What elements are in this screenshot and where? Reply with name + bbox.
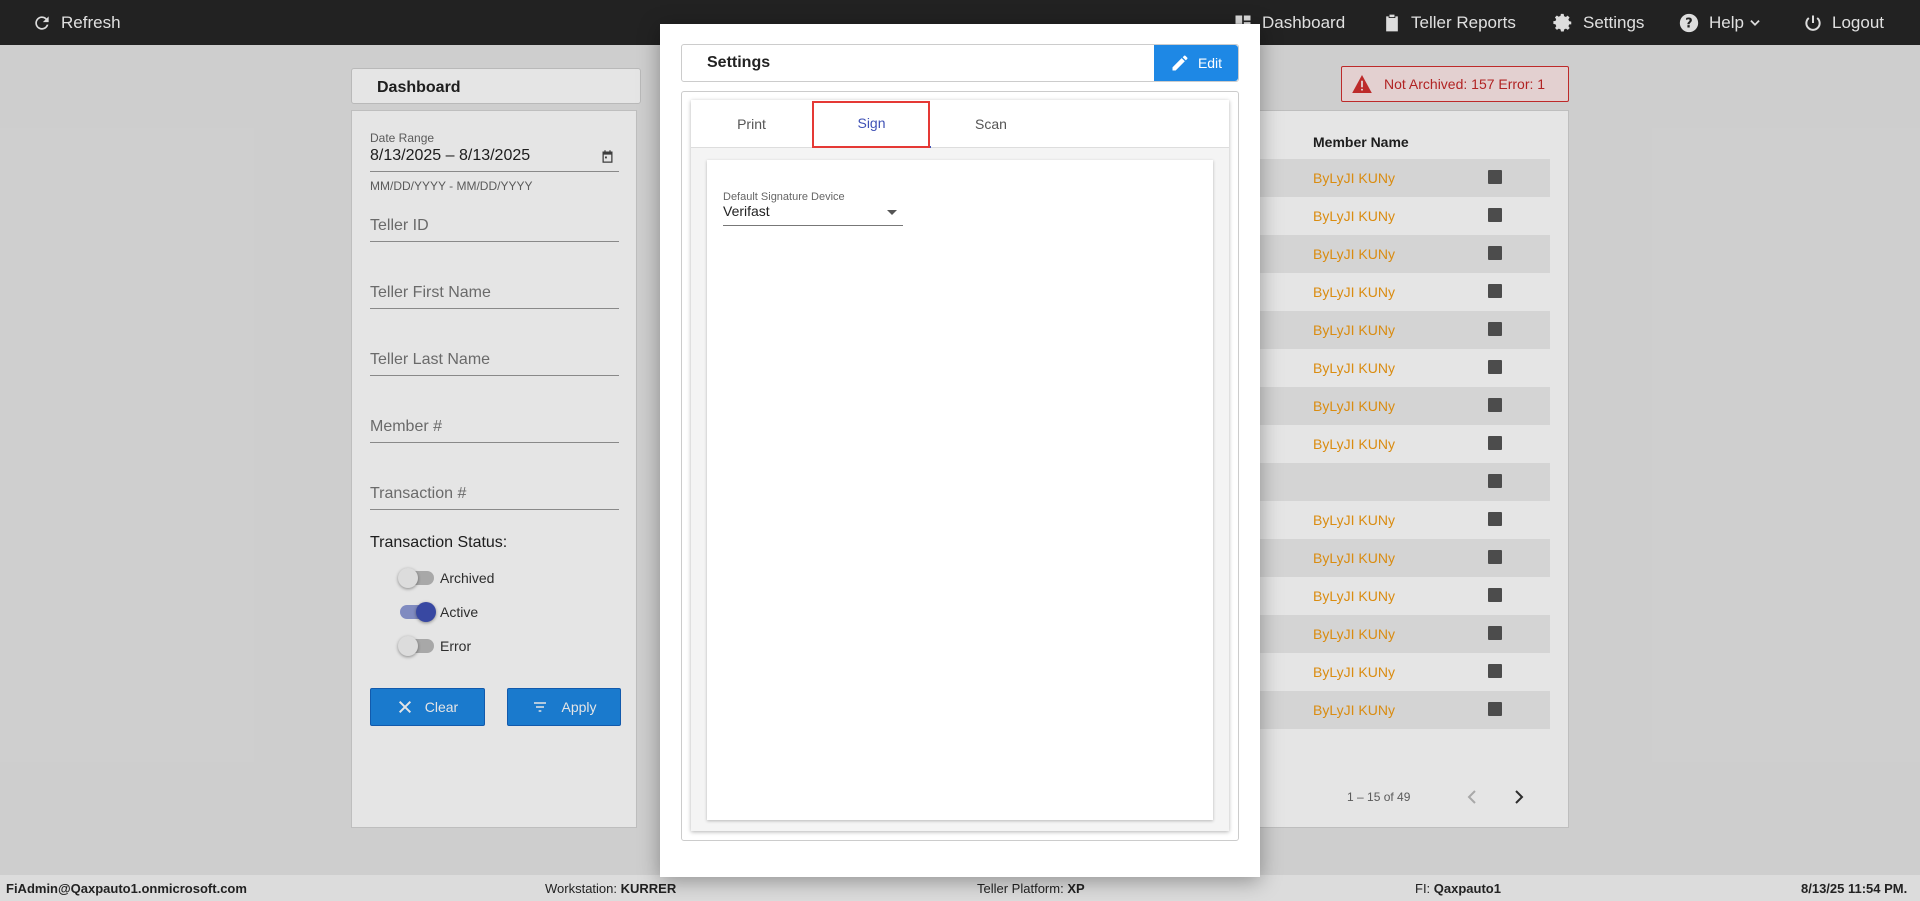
nav-logout-label: Logout <box>1832 12 1884 32</box>
nav-help-label: Help <box>1709 12 1744 32</box>
refresh-icon <box>35 15 49 30</box>
footer-user: FiAdmin@Qaxpauto1.onmicrosoft.com <box>6 881 247 896</box>
svg-text:?: ? <box>1685 16 1692 31</box>
tab-sign-highlight <box>812 101 930 148</box>
gear-icon <box>1553 13 1572 32</box>
fi-label: FI: <box>1415 881 1434 896</box>
nav-teller-reports[interactable]: Teller Reports <box>1382 0 1516 45</box>
settings-tabs: Print Sign Scan <box>691 100 1229 148</box>
nav-help[interactable]: ? Help <box>1678 0 1762 45</box>
fi-value: Qaxpauto1 <box>1433 881 1501 896</box>
nav-dashboard-label: Dashboard <box>1262 12 1346 32</box>
nav-teller-reports-label: Teller Reports <box>1411 12 1516 32</box>
footer-platform: Teller Platform: XP <box>977 881 1085 896</box>
footer-fi: FI: Qaxpauto1 <box>1415 881 1501 896</box>
tab-scan[interactable]: Scan <box>931 100 1051 148</box>
platform-value: XP <box>1067 881 1085 896</box>
refresh-button[interactable]: Refresh <box>32 0 121 45</box>
edit-label: Edit <box>1197 55 1223 71</box>
nav-logout[interactable]: Logout <box>1803 0 1884 45</box>
signature-device-value: Verifast <box>723 203 770 219</box>
power-icon <box>1805 15 1821 31</box>
signature-device-label: Default Signature Device <box>723 191 845 203</box>
refresh-label: Refresh <box>61 12 121 32</box>
settings-dialog-title: Settings <box>707 54 771 71</box>
tab-print[interactable]: Print <box>691 100 812 148</box>
workstation-label: Workstation: <box>545 881 621 896</box>
signature-device-select[interactable]: Verifast <box>723 203 903 226</box>
settings-dialog-header: Settings Edit <box>681 44 1239 82</box>
status-footer: FiAdmin@Qaxpauto1.onmicrosoft.com Workst… <box>0 875 1920 901</box>
footer-datetime: 8/13/25 11:54 PM. <box>1801 881 1908 896</box>
nav-settings-label: Settings <box>1583 12 1645 32</box>
platform-label: Teller Platform: <box>977 881 1068 896</box>
pencil-icon <box>1172 55 1188 71</box>
dropdown-arrow-icon <box>887 210 897 215</box>
clipboard-icon <box>1386 14 1398 31</box>
workstation-value: KURRER <box>620 881 677 896</box>
chevron-down-icon <box>1750 19 1760 26</box>
footer-workstation: Workstation: KURRER <box>545 881 676 896</box>
nav-settings[interactable]: Settings <box>1552 0 1644 45</box>
sign-settings-panel <box>707 160 1213 820</box>
edit-button[interactable]: Edit <box>1154 45 1238 81</box>
help-icon: ? <box>1679 13 1699 32</box>
